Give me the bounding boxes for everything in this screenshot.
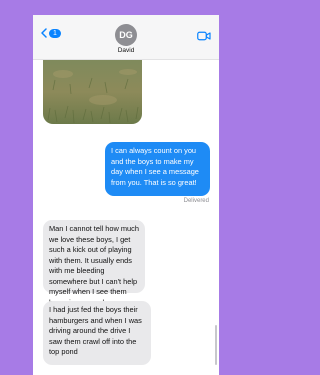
grass-photo xyxy=(43,60,142,124)
outgoing-message[interactable]: I can always count on you and the boys t… xyxy=(105,142,210,196)
delivered-status: Delivered xyxy=(183,198,209,204)
scrollbar[interactable] xyxy=(215,325,217,365)
message-thread[interactable]: I can always count on you and the boys t… xyxy=(33,60,219,375)
photo-attachment[interactable] xyxy=(43,60,142,124)
unread-badge: 1 xyxy=(49,28,61,38)
contact-name[interactable]: David xyxy=(33,47,219,55)
back-button[interactable]: 1 xyxy=(41,28,61,38)
messages-screen: 1 DG David I can always count on you and… xyxy=(33,15,219,375)
incoming-message[interactable]: Man I cannot tell how much we love these… xyxy=(43,220,145,307)
video-camera-icon xyxy=(197,31,211,41)
conversation-header: 1 DG David xyxy=(33,15,219,60)
avatar[interactable]: DG xyxy=(115,24,137,46)
incoming-message[interactable]: I had just fed the boys their hamburgers… xyxy=(43,301,151,365)
chevron-left-icon xyxy=(41,28,47,38)
video-call-button[interactable] xyxy=(197,28,211,46)
